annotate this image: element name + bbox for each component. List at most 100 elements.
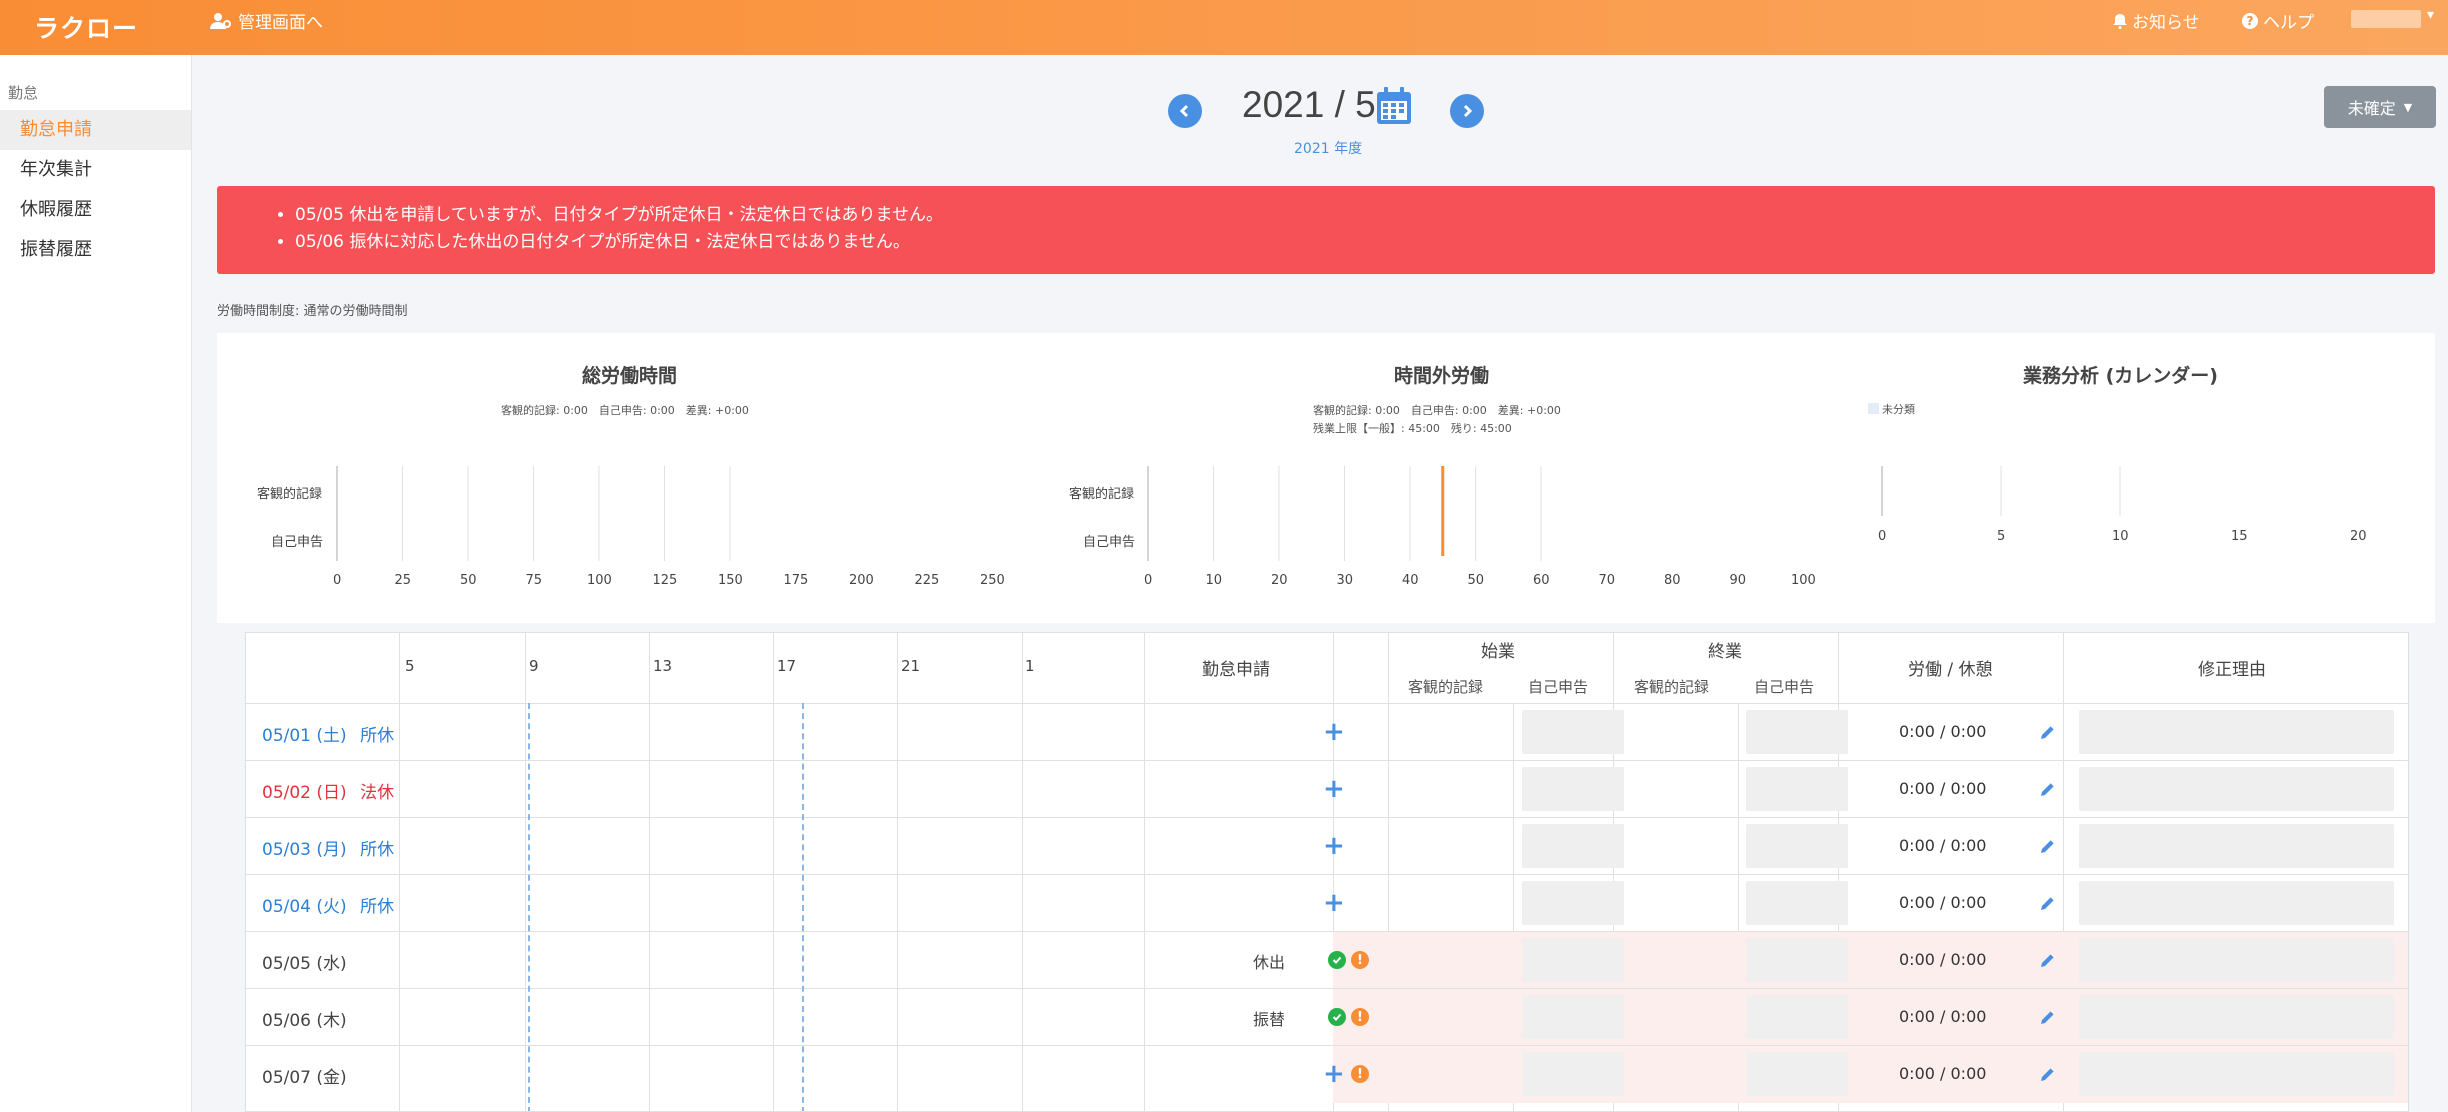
alert-message: 05/05 休出を申請していますが、日付タイプが所定休日・法定休日ではありません… [295, 202, 2435, 229]
row-date[interactable]: 05/02 (日) [262, 783, 347, 803]
sidebar-item-attendance-request[interactable]: 勤怠申請 [0, 110, 191, 150]
app-logo[interactable]: ラクロー [34, 9, 138, 45]
self-report-time-input[interactable] [1522, 1052, 1624, 1096]
row-date-cell[interactable]: 05/03 (月) 所休 [262, 835, 394, 860]
pencil-edit-icon[interactable] [2039, 780, 2057, 802]
self-report-time-input[interactable] [1522, 938, 1624, 982]
user-menu[interactable] [2351, 10, 2421, 28]
self-report-time-input[interactable] [1522, 767, 1624, 811]
add-request-plus-icon[interactable]: + [1323, 776, 1345, 802]
analysis-chart [1881, 466, 2121, 516]
correction-reason-input[interactable] [2079, 938, 2394, 982]
chevron-left-icon [1179, 104, 1189, 118]
notifications-link[interactable]: お知らせ [2113, 8, 2200, 33]
chart-tick-label: 0 [1878, 529, 1887, 544]
check-circle-icon [1328, 951, 1346, 969]
table-row: 05/03 (月) 所休 +0:00 / 0:00 [246, 817, 2408, 874]
self-report-time-input[interactable] [1746, 1052, 1848, 1096]
row-date[interactable]: 05/05 (水) [262, 954, 347, 974]
row-date-cell[interactable]: 05/06 (木) [262, 1006, 347, 1031]
self-report-time-input[interactable] [1522, 710, 1624, 754]
row-date[interactable]: 05/04 (火) [262, 897, 347, 917]
overtime-summary: 客観的記録: 0:00 自己申告: 0:00 差異: +0:00 [1313, 404, 1561, 417]
work-break-time: 0:00 / 0:00 [1899, 950, 1987, 969]
chart-tick-label: 40 [1402, 573, 1419, 588]
self-report-time-input[interactable] [1522, 881, 1624, 925]
chart-row-label: 自己申告 [1083, 535, 1136, 550]
sidebar-item-leave-history[interactable]: 休暇履歴 [0, 190, 191, 230]
self-report-time-input[interactable] [1746, 824, 1848, 868]
chart-tick-label: 100 [587, 573, 612, 588]
time-guide-line [802, 703, 804, 1111]
table-row: 05/02 (日) 法休 +0:00 / 0:00 [246, 760, 2408, 817]
add-request-plus-icon[interactable]: + [1323, 890, 1345, 916]
pencil-edit-icon[interactable] [2039, 837, 2057, 859]
correction-reason-input[interactable] [2079, 767, 2394, 811]
caret-down-icon: ▼ [2403, 100, 2413, 114]
row-date-cell[interactable]: 05/07 (金) [262, 1063, 347, 1088]
pencil-edit-icon[interactable] [2039, 1008, 2057, 1030]
pencil-edit-icon[interactable] [2039, 894, 2057, 916]
self-report-time-input[interactable] [1522, 995, 1624, 1039]
self-report-time-input[interactable] [1746, 710, 1848, 754]
add-request-plus-icon[interactable]: + [1323, 833, 1345, 859]
chart-tick-label: 250 [980, 573, 1005, 588]
row-date[interactable]: 05/01 (土) [262, 726, 347, 746]
check-circle-icon [1328, 1008, 1346, 1026]
warning-icon[interactable]: ! [1351, 1065, 1369, 1083]
work-break-time: 0:00 / 0:00 [1899, 1064, 1987, 1083]
time-header-label: 9 [529, 657, 539, 675]
col-start-header: 始業 [1481, 642, 1515, 662]
day-type-label: 所休 [354, 726, 395, 746]
work-break-time: 0:00 / 0:00 [1899, 893, 1987, 912]
sidebar-group-label: 勤怠 [8, 84, 39, 102]
attendance-table: 勤怠申請 始業 客観的記録 自己申告 終業 客観的記録 自己申告 労働 / 休憩… [245, 632, 2409, 1112]
table-row: 05/05 (水) 休出! 0:00 / 0:00 [246, 931, 2408, 989]
legend-swatch [1868, 403, 1879, 414]
pencil-edit-icon[interactable] [2039, 723, 2057, 745]
pencil-edit-icon[interactable] [2039, 951, 2057, 973]
day-type-label: 法休 [354, 783, 395, 803]
row-date-cell[interactable]: 05/05 (水) [262, 949, 347, 974]
pencil-edit-icon[interactable] [2039, 1065, 2057, 1087]
user-menu-caret-icon[interactable]: ▾ [2427, 7, 2434, 23]
help-link[interactable]: ? ヘルプ [2242, 8, 2314, 33]
correction-reason-input[interactable] [2079, 710, 2394, 754]
row-date[interactable]: 05/06 (木) [262, 1011, 347, 1031]
request-type-label[interactable]: 休出 [1253, 949, 1285, 973]
chart-tick-label: 10 [1205, 573, 1223, 588]
add-request-plus-icon[interactable]: + [1323, 1061, 1345, 1087]
row-date-cell[interactable]: 05/02 (日) 法休 [262, 778, 394, 803]
time-header-label: 13 [653, 657, 673, 675]
correction-reason-input[interactable] [2079, 995, 2394, 1039]
correction-reason-input[interactable] [2079, 1052, 2394, 1096]
self-report-time-input[interactable] [1746, 995, 1848, 1039]
row-date[interactable]: 05/03 (月) [262, 840, 347, 860]
correction-reason-input[interactable] [2079, 824, 2394, 868]
prev-month-button[interactable] [1168, 94, 1202, 128]
next-month-button[interactable] [1450, 94, 1484, 128]
user-gear-icon [210, 12, 231, 29]
sidebar-item-annual-summary[interactable]: 年次集計 [0, 150, 191, 190]
request-type-label[interactable]: 振替 [1253, 1006, 1285, 1030]
correction-reason-input[interactable] [2079, 881, 2394, 925]
chart-tick-label: 90 [1729, 573, 1747, 588]
self-report-time-input[interactable] [1746, 881, 1848, 925]
overtime-chart [1147, 466, 1542, 561]
self-report-time-input[interactable] [1746, 938, 1848, 982]
warning-icon[interactable]: ! [1351, 951, 1369, 969]
calendar-icon[interactable] [1375, 86, 1413, 126]
admin-link[interactable]: 管理画面へ [210, 8, 323, 33]
warning-icon[interactable]: ! [1351, 1008, 1369, 1026]
self-report-time-input[interactable] [1746, 767, 1848, 811]
status-dropdown-button[interactable]: 未確定 ▼ [2324, 86, 2436, 128]
add-request-plus-icon[interactable]: + [1323, 719, 1345, 745]
row-date-cell[interactable]: 05/01 (土) 所休 [262, 721, 394, 746]
row-date[interactable]: 05/07 (金) [262, 1068, 347, 1088]
work-break-time: 0:00 / 0:00 [1899, 779, 1987, 798]
chart-tick-label: 200 [849, 573, 874, 588]
self-report-time-input[interactable] [1522, 824, 1624, 868]
row-date-cell[interactable]: 05/04 (火) 所休 [262, 892, 394, 917]
sidebar-item-substitute-history[interactable]: 振替履歴 [0, 230, 191, 270]
chart-tick-label: 70 [1598, 573, 1616, 588]
